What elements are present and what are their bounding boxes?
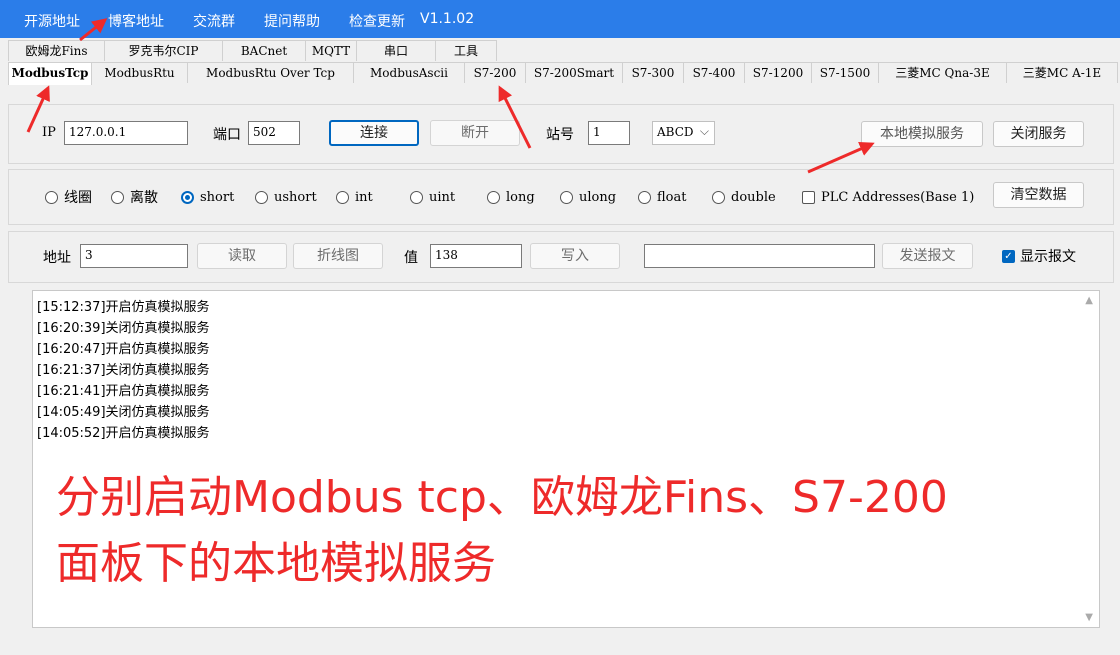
plc-addresses-checkbox[interactable]: PLC Addresses(Base 1) (802, 188, 974, 206)
checkbox-box (802, 190, 815, 204)
tab-bacnet[interactable]: BACnet (222, 40, 306, 61)
line-chart-button[interactable]: 折线图 (293, 243, 383, 269)
radio-circle (336, 190, 349, 204)
log-line: [15:12:37]开启仿真模拟服务 (37, 300, 210, 315)
port-field[interactable]: 502 (248, 121, 300, 145)
radio-label: int (355, 189, 373, 205)
radio-label: short (200, 189, 235, 205)
tab-serial[interactable]: 串口 (356, 40, 436, 61)
station-label: 站号 (546, 127, 574, 143)
byte-order-select[interactable]: ABCD ⌵ (652, 121, 715, 145)
datatype-panel: 线圈 离散 short ushort int uint long ulong f… (8, 169, 1114, 225)
ip-field[interactable]: 127.0.0.1 (64, 121, 188, 145)
radio-short[interactable]: short (181, 188, 234, 206)
value-label: 值 (404, 250, 418, 266)
port-label: 端口 (213, 127, 241, 143)
radio-label: ulong (579, 189, 617, 205)
read-button[interactable]: 读取 (197, 243, 287, 269)
radio-ulong[interactable]: ulong (560, 188, 616, 206)
radio-long[interactable]: long (487, 188, 535, 206)
checkbox-label: PLC Addresses(Base 1) (821, 189, 975, 205)
menu-help[interactable]: 提问帮助 (264, 11, 320, 31)
annotation-line-1: 分别启动Modbus tcp、欧姆龙Fins、S7-200 (56, 472, 948, 523)
radio-circle (111, 190, 124, 204)
annotation-line-2: 面板下的本地模拟服务 (56, 538, 496, 589)
tab-modbus-rtu-over-tcp[interactable]: ModbusRtu Over Tcp (187, 62, 354, 83)
radio-discrete[interactable]: 离散 (111, 188, 158, 206)
log-line: [16:21:37]关闭仿真模拟服务 (37, 363, 210, 378)
tab-tools[interactable]: 工具 (435, 40, 497, 61)
tab-mqtt[interactable]: MQTT (305, 40, 357, 61)
menu-blog[interactable]: 博客地址 (108, 11, 164, 31)
tab-s7-400[interactable]: S7-400 (683, 62, 745, 83)
menu-open-source[interactable]: 开源地址 (24, 11, 80, 31)
radio-circle (487, 190, 500, 204)
message-field[interactable] (644, 244, 875, 268)
write-button[interactable]: 写入 (530, 243, 620, 269)
radio-label: double (731, 189, 776, 205)
version-label: V1.1.02 (420, 11, 475, 27)
chevron-down-icon: ⌵ (699, 124, 709, 138)
tab-mitsubishi-a1e[interactable]: 三菱MC A-1E (1006, 62, 1118, 83)
radio-circle (560, 190, 573, 204)
scroll-up-icon[interactable]: ▲ (1085, 295, 1093, 306)
radio-label: 离散 (130, 190, 158, 206)
connection-panel: IP 127.0.0.1 端口 502 连接 断开 站号 1 ABCD ⌵ 本地… (8, 104, 1114, 164)
address-field[interactable]: 3 (80, 244, 188, 268)
menu-community[interactable]: 交流群 (193, 11, 235, 31)
radio-int[interactable]: int (336, 188, 373, 206)
menu-bar: 开源地址 博客地址 交流群 提问帮助 检查更新 V1.1.02 (0, 0, 1120, 38)
tab-modbus-tcp[interactable]: ModbusTcp (8, 62, 92, 85)
log-line: [16:21:41]开启仿真模拟服务 (37, 384, 210, 399)
log-line: [16:20:39]关闭仿真模拟服务 (37, 321, 210, 336)
tab-s7-200smart[interactable]: S7-200Smart (525, 62, 623, 83)
radio-double[interactable]: double (712, 188, 776, 206)
radio-circle (638, 190, 651, 204)
scroll-down-icon[interactable]: ▼ (1085, 612, 1093, 623)
radio-ushort[interactable]: ushort (255, 188, 317, 206)
connect-button[interactable]: 连接 (329, 120, 419, 146)
log-line: [14:05:52]开启仿真模拟服务 (37, 426, 210, 441)
radio-coil[interactable]: 线圈 (45, 188, 92, 206)
tab-modbus-rtu[interactable]: ModbusRtu (91, 62, 188, 83)
tab-s7-300[interactable]: S7-300 (622, 62, 684, 83)
radio-label: ushort (274, 189, 317, 205)
check-icon: ✓ (1002, 249, 1015, 263)
tab-s7-1500[interactable]: S7-1500 (811, 62, 879, 83)
ip-label: IP (42, 125, 56, 140)
radio-circle-selected (181, 190, 194, 204)
tab-mitsubishi-qna3e[interactable]: 三菱MC Qna-3E (878, 62, 1007, 83)
show-message-checkbox[interactable]: ✓ 显示报文 (1002, 247, 1076, 265)
local-simulation-button[interactable]: 本地模拟服务 (861, 121, 983, 147)
menu-check-update[interactable]: 检查更新 (349, 11, 405, 31)
send-message-button[interactable]: 发送报文 (882, 243, 973, 269)
radio-uint[interactable]: uint (410, 188, 455, 206)
radio-label: long (506, 189, 535, 205)
close-service-button[interactable]: 关闭服务 (993, 121, 1084, 147)
station-field[interactable]: 1 (588, 121, 630, 145)
tab-omron-fins[interactable]: 欧姆龙Fins (8, 40, 105, 61)
disconnect-button[interactable]: 断开 (430, 120, 520, 146)
radio-label: 线圈 (64, 190, 92, 206)
value-field[interactable]: 138 (430, 244, 522, 268)
checkbox-label: 显示报文 (1020, 249, 1076, 265)
clear-data-button[interactable]: 清空数据 (993, 182, 1084, 208)
byte-order-value: ABCD (657, 125, 694, 139)
read-write-panel: 地址 3 读取 折线图 值 138 写入 发送报文 ✓ 显示报文 (8, 231, 1114, 283)
address-label: 地址 (43, 250, 71, 266)
tab-s7-200[interactable]: S7-200 (464, 62, 526, 83)
tab-s7-1200[interactable]: S7-1200 (744, 62, 812, 83)
radio-circle (712, 190, 725, 204)
radio-label: float (657, 189, 687, 205)
log-line: [14:05:49]关闭仿真模拟服务 (37, 405, 210, 420)
radio-label: uint (429, 189, 456, 205)
radio-circle (255, 190, 268, 204)
radio-circle (45, 190, 58, 204)
tab-modbus-ascii[interactable]: ModbusAscii (353, 62, 465, 83)
log-line: [16:20:47]开启仿真模拟服务 (37, 342, 210, 357)
radio-circle (410, 190, 423, 204)
radio-float[interactable]: float (638, 188, 686, 206)
tab-rockwell-cip[interactable]: 罗克韦尔CIP (104, 40, 223, 61)
